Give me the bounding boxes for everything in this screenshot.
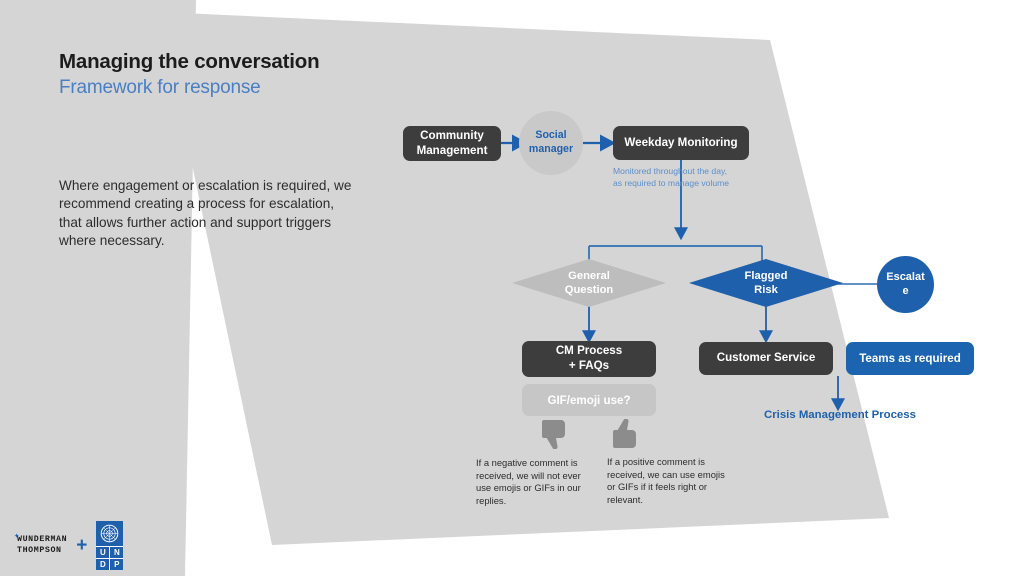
node-label: Weekday Monitoring (624, 135, 738, 149)
page-title: Managing the conversation Framework for … (59, 50, 320, 99)
node-label: GIF/emoji use? (547, 393, 631, 407)
undp-logo: U N D P (96, 521, 124, 570)
node-gif-emoji-use[interactable]: GIF/emoji use? (522, 384, 656, 416)
node-teams-as-required[interactable]: Teams as required (846, 342, 974, 375)
undp-letter-grid: U N D P (96, 546, 124, 570)
wt-line2: THOMPSON (17, 545, 62, 555)
un-emblem-icon (96, 521, 124, 546)
cm-process-line1: CM Process (555, 344, 623, 358)
note-negative-comment: If a negative comment is received, we wi… (476, 457, 596, 508)
node-general-question[interactable]: General Question (512, 259, 666, 307)
star-icon: ✦ (14, 531, 21, 542)
node-label: Escalat e (886, 271, 925, 299)
intro-paragraph: Where engagement or escalation is requir… (59, 177, 352, 249)
logo-row: ✦ WUNDERMAN THOMPSON + U N D P (14, 521, 124, 570)
note-text: If a positive comment is received, we ca… (607, 456, 725, 506)
community-management-line2: Management (416, 143, 488, 157)
escalate-line2: e (902, 284, 909, 297)
note-positive-comment: If a positive comment is received, we ca… (607, 456, 725, 507)
thumbs-down-icon (541, 419, 575, 454)
monitoring-caption-line1: Monitored throughout the day, (613, 166, 728, 176)
node-community-management[interactable]: Community Management (403, 126, 501, 161)
community-management-line1: Community (420, 128, 484, 142)
node-weekday-monitoring[interactable]: Weekday Monitoring (613, 126, 749, 160)
wt-line1: WUNDERMAN (17, 535, 68, 545)
undp-letter: P (110, 559, 124, 570)
undp-letter: N (110, 547, 124, 558)
escalate-line1: Escalat (886, 270, 925, 283)
node-flagged-risk[interactable]: Flagged Risk (689, 259, 843, 307)
label-crisis-management-process[interactable]: Crisis Management Process (764, 409, 916, 421)
node-customer-service[interactable]: Customer Service (699, 342, 833, 375)
undp-letter: U (96, 547, 110, 558)
social-manager-line2: manager (528, 143, 574, 155)
social-manager-line1: Social (535, 129, 567, 142)
slide-canvas: Managing the conversation Framework for … (0, 0, 1024, 576)
plus-icon: + (76, 535, 88, 556)
node-label: Customer Service (716, 351, 816, 365)
wunderman-thompson-logo: ✦ WUNDERMAN THOMPSON (14, 531, 68, 556)
node-cm-process[interactable]: CM Process + FAQs (522, 341, 656, 377)
title-main: Managing the conversation (59, 50, 320, 73)
note-text: If a negative comment is received, we wi… (476, 457, 581, 507)
node-social-manager[interactable]: Social manager (519, 111, 583, 175)
monitoring-caption-line2: as required to manage volume (613, 177, 730, 188)
title-subtitle: Framework for response (59, 76, 261, 98)
node-label: Social manager (529, 129, 573, 157)
node-label: CM Process + FAQs (556, 344, 622, 374)
label-text: Crisis Management Process (764, 409, 916, 421)
diamond-shape (689, 259, 843, 307)
node-label: Community Management (417, 129, 488, 159)
thumbs-up-icon (612, 418, 646, 454)
diamond-shape (512, 259, 666, 307)
cm-process-line2: + FAQs (568, 359, 610, 372)
node-label: Teams as required (859, 352, 961, 365)
monitoring-caption: Monitored throughout the day, as require… (613, 166, 773, 189)
node-escalate[interactable]: Escalat e (877, 256, 934, 313)
undp-letter: D (96, 559, 110, 570)
